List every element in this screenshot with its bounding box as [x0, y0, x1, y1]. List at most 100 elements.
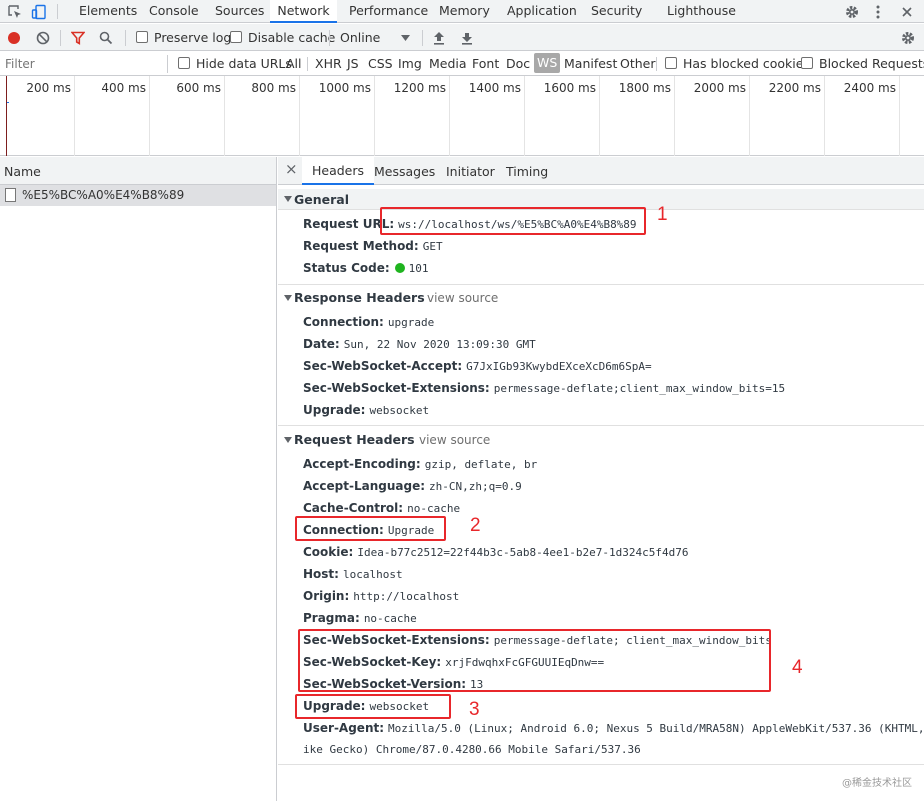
annotation-box-request-url	[380, 207, 646, 235]
tab-performance[interactable]: Performance	[349, 0, 428, 23]
inspect-element-icon[interactable]	[6, 3, 24, 20]
settings-gear-icon[interactable]	[842, 2, 861, 21]
filter-type-doc[interactable]: Doc	[506, 56, 530, 71]
toolbar-divider	[57, 4, 58, 19]
toolbar-divider	[329, 30, 330, 46]
header-key: User-Agent:	[303, 721, 385, 735]
export-har-icon[interactable]	[459, 29, 475, 47]
expand-triangle-icon[interactable]	[284, 295, 292, 301]
timeline-tick	[749, 76, 750, 156]
filter-type-js[interactable]: JS	[347, 56, 359, 71]
filter-divider	[167, 55, 168, 73]
header-key: Host:	[303, 567, 339, 581]
hide-data-urls-checkbox[interactable]	[178, 57, 190, 69]
header-key: Sec-WebSocket-Extensions:	[303, 381, 490, 395]
expand-triangle-icon	[284, 196, 292, 202]
more-options-icon[interactable]	[871, 2, 885, 21]
expand-triangle-icon[interactable]	[284, 437, 292, 443]
tab-lighthouse[interactable]: Lighthouse	[667, 0, 736, 23]
response-headers-title[interactable]: Response Headers	[294, 290, 425, 305]
request-header-row: Accept-Encoding: gzip, deflate, br	[303, 456, 537, 473]
request-name[interactable]: %E5%BC%A0%E4%B8%89	[22, 188, 184, 202]
tab-security[interactable]: Security	[591, 0, 642, 23]
response-header-row: Upgrade: websocket	[303, 402, 429, 419]
filter-type-font[interactable]: Font	[472, 56, 499, 71]
timeline-tick-label: 400 ms	[101, 81, 146, 95]
filter-type-other[interactable]: Other	[620, 56, 656, 71]
blocked-requests-checkbox[interactable]	[801, 57, 813, 69]
tab-timing[interactable]: Timing	[506, 164, 548, 179]
tab-initiator[interactable]: Initiator	[446, 164, 495, 179]
document-file-icon	[5, 188, 16, 202]
request-header-row: Origin: http://localhost	[303, 588, 459, 605]
filter-input[interactable]	[0, 53, 166, 74]
clear-icon[interactable]	[34, 29, 52, 47]
disable-cache-checkbox[interactable]	[230, 31, 242, 43]
request-list-pane: Name %E5%BC%A0%E4%B8%89	[0, 157, 277, 801]
request-row[interactable]: %E5%BC%A0%E4%B8%89	[0, 185, 276, 206]
section-divider	[278, 764, 924, 765]
user-agent-continuation: ike Gecko) Chrome/87.0.4280.66 Mobile Sa…	[303, 741, 641, 758]
section-divider	[278, 284, 924, 285]
device-toolbar-icon[interactable]	[30, 3, 48, 20]
chevron-down-icon[interactable]	[399, 32, 411, 44]
filter-type-ws[interactable]: WS	[534, 53, 561, 73]
response-view-source-link[interactable]: view source	[427, 291, 498, 305]
filter-type-css[interactable]: CSS	[368, 56, 393, 71]
header-key: Connection:	[303, 315, 384, 329]
annotation-number-4: 4	[792, 657, 803, 678]
timeline-tick-label: 2400 ms	[843, 81, 896, 95]
tab-elements[interactable]: Elements	[79, 0, 137, 23]
import-har-icon[interactable]	[431, 29, 447, 47]
header-key: Cookie:	[303, 545, 354, 559]
filter-type-img[interactable]: Img	[398, 56, 422, 71]
name-column-header[interactable]: Name	[4, 164, 41, 179]
tab-application[interactable]: Application	[507, 0, 577, 23]
network-toolbar: Preserve log Disable cache Online	[0, 24, 924, 51]
tab-headers[interactable]: Headers	[302, 157, 375, 185]
general-status-row: Status Code: 101	[303, 260, 429, 277]
request-view-source-link[interactable]: view source	[419, 433, 490, 447]
timeline-tick-label: 2000 ms	[693, 81, 746, 95]
timeline-tick	[224, 76, 225, 156]
request-header-row: Accept-Language: zh-CN,zh;q=0.9	[303, 478, 522, 495]
filter-type-media[interactable]: Media	[429, 56, 467, 71]
tab-memory[interactable]: Memory	[439, 0, 490, 23]
filter-icon[interactable]	[69, 29, 87, 47]
record-icon[interactable]	[5, 29, 23, 47]
header-value: G7JxIGb93KwybdEXceXcD6m6SpA=	[466, 360, 652, 373]
timeline-tick	[149, 76, 150, 156]
hide-data-urls-label[interactable]: Hide data URLs	[196, 56, 292, 71]
close-detail-icon[interactable]: ×	[285, 160, 298, 178]
request-headers-title[interactable]: Request Headers	[294, 432, 415, 447]
tab-console[interactable]: Console	[149, 0, 199, 23]
header-key: Cache-Control:	[303, 501, 404, 515]
close-devtools-icon[interactable]	[897, 2, 916, 21]
filter-type-all[interactable]: All	[286, 56, 302, 71]
disable-cache-label[interactable]: Disable cache	[248, 30, 335, 45]
annotation-number-1: 1	[657, 204, 668, 225]
timeline-tick	[74, 76, 75, 156]
annotation-box-websocket-headers	[298, 629, 771, 692]
timeline-tick-label: 1400 ms	[468, 81, 521, 95]
request-list-header[interactable]: Name	[0, 157, 276, 185]
preserve-log-checkbox[interactable]	[136, 31, 148, 43]
preserve-log-label[interactable]: Preserve log	[154, 30, 231, 45]
has-blocked-cookies-checkbox[interactable]	[665, 57, 677, 69]
search-icon[interactable]	[97, 29, 115, 47]
filter-type-xhr[interactable]: XHR	[315, 56, 342, 71]
tab-messages[interactable]: Messages	[374, 164, 435, 179]
header-value: Idea-b77c2512=22f44b3c-5ab8-4ee1-b2e7-1d…	[357, 546, 689, 559]
throttling-select[interactable]: Online	[340, 30, 380, 45]
tab-network[interactable]: Network	[270, 0, 337, 23]
filter-type-manifest[interactable]: Manifest	[564, 56, 617, 71]
has-blocked-cookies-label[interactable]: Has blocked cookies	[683, 56, 810, 71]
network-settings-gear-icon[interactable]	[898, 28, 917, 47]
tab-sources[interactable]: Sources	[215, 0, 264, 23]
header-value: gzip, deflate, br	[424, 458, 538, 471]
filter-divider	[307, 57, 308, 71]
status-code-value: 101	[408, 262, 429, 275]
header-value: zh-CN,zh;q=0.9	[429, 480, 522, 493]
general-method-row: Request Method: GET	[303, 238, 443, 255]
blocked-requests-label[interactable]: Blocked Requests	[819, 56, 924, 71]
